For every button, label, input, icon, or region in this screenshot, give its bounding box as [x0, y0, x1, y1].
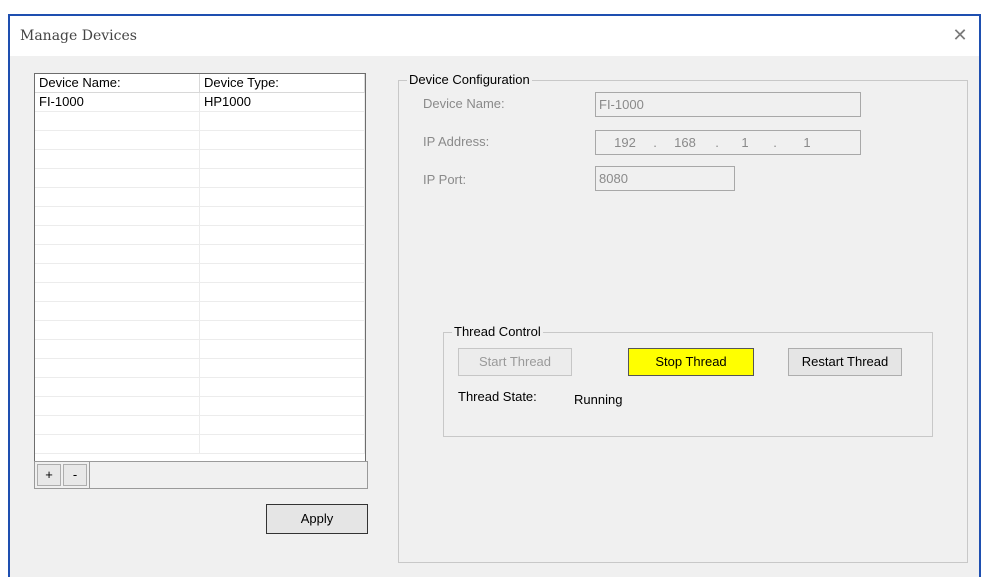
empty-cell: [35, 112, 200, 130]
column-header-device-name[interactable]: Device Name:: [35, 74, 200, 92]
empty-cell: [35, 245, 200, 263]
ip-octet-2: 168: [674, 135, 696, 150]
empty-list-row[interactable]: [35, 340, 365, 359]
ip-dot: .: [653, 135, 657, 150]
empty-list-row[interactable]: [35, 112, 365, 131]
empty-list-row[interactable]: [35, 188, 365, 207]
ip-port-label: IP Port:: [423, 172, 467, 187]
empty-list-row[interactable]: [35, 169, 365, 188]
empty-cell: [200, 378, 365, 396]
empty-cell: [200, 245, 365, 263]
empty-cell: [200, 150, 365, 168]
empty-cell: [200, 340, 365, 358]
empty-cell: [35, 321, 200, 339]
start-thread-button[interactable]: Start Thread: [458, 348, 572, 376]
empty-cell: [35, 207, 200, 225]
empty-list-row[interactable]: [35, 302, 365, 321]
empty-cell: [35, 378, 200, 396]
device-name-cell: FI-1000: [35, 93, 200, 111]
empty-cell: [35, 359, 200, 377]
empty-cell: [35, 340, 200, 358]
empty-cell: [35, 435, 200, 453]
device-name-field[interactable]: FI-1000: [595, 92, 861, 117]
empty-cell: [200, 302, 365, 320]
manage-devices-window: Manage Devices ✕ Device Name: Device Typ…: [8, 14, 981, 577]
empty-cell: [200, 359, 365, 377]
empty-list-row[interactable]: [35, 150, 365, 169]
ip-dot: .: [773, 135, 777, 150]
empty-cell: [200, 416, 365, 434]
list-footer-field: [89, 462, 367, 488]
empty-list-row[interactable]: [35, 321, 365, 340]
thread-control-title: Thread Control: [452, 324, 543, 340]
empty-cell: [35, 226, 200, 244]
column-header-device-type[interactable]: Device Type:: [200, 74, 365, 92]
ip-octet-1: 192: [614, 135, 636, 150]
empty-list-row[interactable]: [35, 131, 365, 150]
empty-cell: [200, 435, 365, 453]
empty-cell: [200, 207, 365, 225]
ip-octet-4: 1: [803, 135, 811, 150]
empty-list-row[interactable]: [35, 359, 365, 378]
empty-list-row[interactable]: [35, 264, 365, 283]
remove-device-button[interactable]: -: [63, 464, 87, 486]
empty-cell: [35, 131, 200, 149]
restart-thread-button[interactable]: Restart Thread: [788, 348, 902, 376]
device-list[interactable]: Device Name: Device Type: FI-1000 HP1000: [34, 73, 366, 469]
device-type-cell: HP1000: [200, 93, 365, 111]
empty-cell: [35, 150, 200, 168]
stop-thread-button[interactable]: Stop Thread: [628, 348, 754, 376]
device-name-label: Device Name:: [423, 96, 505, 111]
empty-cell: [200, 397, 365, 415]
empty-list-row[interactable]: [35, 416, 365, 435]
ip-address-label: IP Address:: [423, 134, 490, 149]
thread-state-label: Thread State:: [458, 389, 537, 404]
empty-cell: [200, 131, 365, 149]
empty-cell: [35, 169, 200, 187]
title-bar: Manage Devices ✕: [10, 16, 979, 56]
ip-port-field[interactable]: 8080: [595, 166, 735, 191]
empty-cell: [200, 226, 365, 244]
empty-list-row[interactable]: [35, 283, 365, 302]
device-configuration-group: Device Configuration Device Name: FI-100…: [398, 72, 968, 563]
empty-list-row[interactable]: [35, 378, 365, 397]
empty-list-row[interactable]: [35, 435, 365, 454]
thread-control-group: Thread Control Start Thread Stop Thread …: [443, 324, 933, 437]
empty-list-row[interactable]: [35, 397, 365, 416]
empty-cell: [200, 188, 365, 206]
empty-cell: [200, 264, 365, 282]
apply-button[interactable]: Apply: [266, 504, 368, 534]
empty-cell: [35, 397, 200, 415]
device-list-footer: + -: [34, 461, 368, 489]
empty-list-row[interactable]: [35, 245, 365, 264]
thread-state-value: Running: [574, 392, 623, 407]
empty-cell: [35, 188, 200, 206]
window-title: Manage Devices: [20, 28, 137, 44]
empty-list-row[interactable]: [35, 226, 365, 245]
ip-address-field[interactable]: 192 . 168 . 1 . 1: [595, 130, 861, 155]
empty-cell: [200, 112, 365, 130]
empty-cell: [200, 169, 365, 187]
empty-cell: [35, 283, 200, 301]
device-list-header: Device Name: Device Type:: [35, 74, 365, 93]
empty-cell: [200, 321, 365, 339]
empty-cell: [35, 416, 200, 434]
empty-rows: [35, 112, 365, 454]
close-icon[interactable]: ✕: [951, 26, 969, 44]
table-row[interactable]: FI-1000 HP1000: [35, 93, 365, 112]
device-configuration-title: Device Configuration: [407, 72, 532, 88]
empty-cell: [35, 264, 200, 282]
empty-cell: [35, 302, 200, 320]
add-device-button[interactable]: +: [37, 464, 61, 486]
empty-list-row[interactable]: [35, 207, 365, 226]
ip-octet-3: 1: [741, 135, 749, 150]
empty-cell: [200, 283, 365, 301]
